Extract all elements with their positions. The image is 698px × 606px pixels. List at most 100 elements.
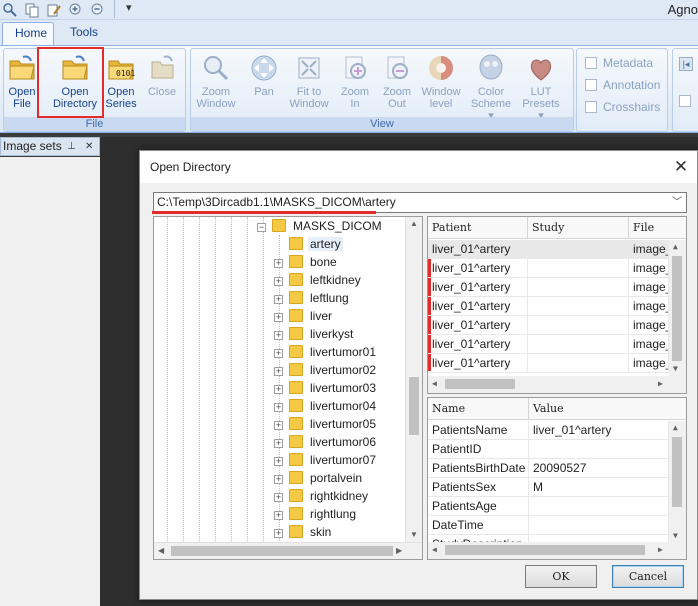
tab-home[interactable]: Home [2, 22, 54, 45]
column-header-value[interactable]: Value [529, 398, 686, 420]
folder-tree[interactable]: − MASKS_DICOM artery + bone + leftkidney + l… [153, 216, 423, 560]
close-icon[interactable]: ✕ [85, 138, 93, 155]
tree-node-leftkidney[interactable]: + leftkidney [274, 271, 363, 289]
metadata-checkbox[interactable]: Metadata [585, 55, 653, 71]
table-row[interactable]: DateTime [428, 516, 686, 535]
edit-icon[interactable] [46, 2, 62, 18]
scroll-down-icon[interactable]: ▼ [673, 364, 678, 373]
metadata-check-box[interactable] [585, 57, 597, 69]
tree-node-bone[interactable]: + bone [274, 253, 339, 271]
scroll-down-icon[interactable]: ▼ [410, 530, 418, 539]
scroll-thumb[interactable] [171, 546, 393, 556]
scroll-thumb[interactable] [409, 377, 419, 435]
zoom-in-icon[interactable] [68, 2, 84, 18]
tree-node-livertumor04[interactable]: + livertumor04 [274, 397, 378, 415]
zoom-in-button[interactable]: Zoom In [333, 53, 377, 110]
expand-icon[interactable]: + [274, 439, 283, 448]
expand-icon[interactable]: + [274, 511, 283, 520]
expand-icon[interactable]: + [274, 529, 283, 538]
zoom-out-button[interactable]: Zoom Out [375, 53, 419, 110]
tree-node-livertumor01[interactable]: + livertumor01 [274, 343, 378, 361]
tree-node-skin[interactable]: + skin [274, 523, 333, 541]
table-row[interactable]: liver_01^artery image_ [428, 240, 686, 259]
zoom-icon[interactable] [2, 2, 18, 18]
expand-icon[interactable]: + [274, 259, 283, 268]
collapse-icon[interactable]: − [257, 223, 266, 232]
files-horizontal-scrollbar[interactable]: ◀ ▶ [428, 376, 686, 393]
scroll-left-icon[interactable]: ◀ [432, 379, 437, 388]
scroll-thumb[interactable] [672, 437, 682, 507]
expand-icon[interactable]: + [274, 277, 283, 286]
tree-vertical-scrollbar[interactable]: ▲ ▼ [405, 217, 422, 543]
expand-icon[interactable]: + [274, 475, 283, 484]
tree-horizontal-scrollbar[interactable]: ◀ ▶ [154, 542, 422, 559]
files-vertical-scrollbar[interactable]: ▲ ▼ [669, 240, 686, 377]
tree-node-liverkyst[interactable]: + liverkyst [274, 325, 355, 343]
annotation-check-box[interactable] [585, 79, 597, 91]
tab-tools[interactable]: Tools [58, 22, 110, 45]
expand-icon[interactable]: + [274, 385, 283, 394]
ok-button[interactable]: OK [525, 565, 597, 588]
expand-icon[interactable]: + [274, 457, 283, 466]
column-header-study[interactable]: Study [528, 217, 629, 239]
pan-button[interactable]: Pan [242, 53, 286, 98]
zoom-window-button[interactable]: Zoom Window [194, 53, 238, 110]
expand-icon[interactable]: + [274, 367, 283, 376]
tree-node-artery[interactable]: artery [274, 235, 343, 253]
first-frame-icon[interactable]: |◂ [679, 57, 693, 71]
files-grid[interactable]: Patient Study File liver_01^artery image_… [427, 216, 687, 394]
expand-icon[interactable]: + [274, 421, 283, 430]
scroll-up-icon[interactable]: ▲ [410, 219, 418, 228]
column-header-file[interactable]: File [629, 217, 686, 239]
tree-node-livertumor03[interactable]: + livertumor03 [274, 379, 378, 397]
copy-icon[interactable] [24, 2, 40, 18]
table-row[interactable]: PatientsBirthDate 20090527 [428, 459, 686, 478]
tree-node-masks-dicom[interactable]: − MASKS_DICOM [257, 217, 384, 235]
properties-horizontal-scrollbar[interactable]: ◀ ▶ [428, 542, 686, 559]
scroll-up-icon[interactable]: ▲ [673, 423, 678, 432]
crosshairs-checkbox[interactable]: Crosshairs [585, 99, 660, 115]
table-row[interactable]: PatientsAge [428, 497, 686, 516]
customize-qat-icon[interactable]: ▾ [126, 1, 132, 14]
open-series-button[interactable]: 0101 Open Series [102, 53, 140, 110]
properties-vertical-scrollbar[interactable]: ▲ ▼ [669, 421, 686, 544]
fit-to-window-button[interactable]: Fit to Window [287, 53, 331, 110]
scroll-thumb[interactable] [445, 379, 515, 389]
tree-node-livertumor06[interactable]: + livertumor06 [274, 433, 378, 451]
scroll-up-icon[interactable]: ▲ [673, 242, 678, 251]
annotation-checkbox[interactable]: Annotation [585, 77, 660, 93]
table-row[interactable]: liver_01^artery image_ [428, 297, 686, 316]
zoom-out-icon[interactable] [90, 2, 106, 18]
tree-node-liver[interactable]: + liver [274, 307, 334, 325]
scroll-thumb[interactable] [445, 545, 645, 555]
table-row[interactable]: liver_01^artery image_ [428, 354, 686, 373]
close-icon[interactable]: ✕ [671, 157, 691, 177]
tree-node-rightlung[interactable]: + rightlung [274, 505, 358, 523]
expand-icon[interactable]: + [274, 349, 283, 358]
close-button[interactable]: Close [144, 53, 180, 98]
pin-icon[interactable]: ⊥ [67, 138, 76, 155]
color-scheme-button[interactable]: Color Scheme ▾ [469, 53, 513, 122]
scroll-left-icon[interactable]: ◀ [432, 545, 437, 554]
window-level-button[interactable]: Window level [419, 53, 463, 110]
tree-node-livertumor05[interactable]: + livertumor05 [274, 415, 378, 433]
scroll-down-icon[interactable]: ▼ [673, 531, 678, 540]
expand-icon[interactable]: + [274, 493, 283, 502]
tree-node-leftlung[interactable]: + leftlung [274, 289, 351, 307]
column-header-name[interactable]: Name [428, 398, 529, 420]
expand-icon[interactable]: + [274, 295, 283, 304]
table-row[interactable]: liver_01^artery image_ [428, 316, 686, 335]
path-combobox[interactable]: C:\Temp\3Dircadb1.1\MASKS_DICOM\artery ﹀ [153, 192, 687, 213]
option-check-box[interactable] [679, 95, 691, 107]
tree-node-portalvein[interactable]: + portalvein [274, 469, 364, 487]
table-row[interactable]: liver_01^artery image_ [428, 335, 686, 354]
table-row[interactable]: liver_01^artery image_ [428, 278, 686, 297]
scroll-right-icon[interactable]: ▶ [658, 379, 663, 388]
tree-node-livertumor07[interactable]: + livertumor07 [274, 451, 378, 469]
column-header-patient[interactable]: Patient [428, 217, 528, 239]
scroll-right-icon[interactable]: ▶ [658, 545, 663, 554]
open-file-button[interactable]: Open File [4, 53, 40, 110]
table-row[interactable]: PatientID [428, 440, 686, 459]
scroll-right-icon[interactable]: ▶ [396, 546, 402, 555]
properties-grid[interactable]: Name Value PatientsName liver_01^artery P… [427, 397, 687, 560]
